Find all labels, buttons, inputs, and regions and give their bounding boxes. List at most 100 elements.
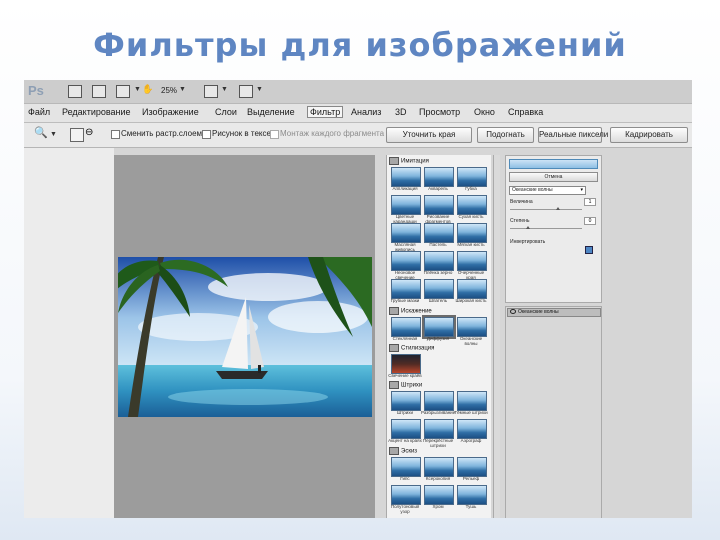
screen-mode-icon[interactable] <box>239 85 253 98</box>
param-label: Инвертировать <box>510 239 546 245</box>
category-label: Имитация <box>401 158 429 165</box>
arrange-docs-icon[interactable] <box>204 85 218 98</box>
filter-thumb[interactable] <box>457 419 487 439</box>
param-value[interactable]: 0 <box>584 217 596 225</box>
filter-thumb[interactable] <box>457 317 487 337</box>
category-sketch[interactable]: Эскиз <box>389 447 417 457</box>
param-slider[interactable] <box>510 228 582 229</box>
filter-thumb-selected[interactable] <box>422 315 456 339</box>
invert-checkbox[interactable] <box>585 246 593 254</box>
filter-label: Шпатель <box>428 298 448 303</box>
chevron-down-icon[interactable]: ▼ <box>256 86 263 93</box>
filter-thumb[interactable] <box>457 485 487 505</box>
filter-thumb[interactable] <box>457 457 487 477</box>
filter-thumb[interactable] <box>424 223 454 243</box>
filter-thumb[interactable] <box>391 279 421 299</box>
param-label: Величина <box>510 199 533 205</box>
filter-label: Аэрограф <box>460 438 482 443</box>
category-strokes[interactable]: Штрихи <box>389 381 422 391</box>
filter-thumb[interactable] <box>424 419 454 439</box>
filter-thumb[interactable] <box>424 391 454 411</box>
frame-icon[interactable] <box>116 85 130 98</box>
zoom-out-icon[interactable]: ⊖ <box>85 127 97 139</box>
zoom-all-checkbox[interactable] <box>202 130 211 139</box>
menu-select[interactable]: Выделение <box>247 107 295 117</box>
filter-select[interactable]: Океанские волны ▾ <box>509 186 586 195</box>
menu-file[interactable]: Файл <box>28 107 50 117</box>
menu-filter[interactable]: Фильтр <box>307 106 344 118</box>
gallery-scrollbar[interactable] <box>493 155 500 518</box>
filter-thumb[interactable] <box>457 195 487 215</box>
filter-thumb[interactable] <box>424 167 454 187</box>
eye-icon[interactable] <box>510 309 516 315</box>
filter-thumb[interactable] <box>391 195 421 215</box>
filter-thumb[interactable] <box>457 251 487 271</box>
param-slider[interactable] <box>510 209 582 210</box>
filter-thumb[interactable] <box>424 457 454 477</box>
filter-thumb[interactable] <box>391 354 421 374</box>
menu-edit[interactable]: Редактирование <box>62 107 131 117</box>
folder-icon <box>389 307 399 315</box>
ok-button[interactable] <box>509 159 598 169</box>
minibridge-icon[interactable] <box>92 85 106 98</box>
menu-help[interactable]: Справка <box>508 107 543 117</box>
bridge-icon[interactable] <box>68 85 82 98</box>
folder-icon <box>389 344 399 352</box>
fit-screen-button[interactable]: Подогнать <box>477 127 534 143</box>
category-imitation[interactable]: Имитация <box>389 157 429 167</box>
filter-thumb[interactable] <box>457 167 487 187</box>
filter-thumb[interactable] <box>457 223 487 243</box>
param-value[interactable]: 1 <box>584 198 596 206</box>
menu-image[interactable]: Изображение <box>142 107 199 117</box>
zoom-in-icon[interactable] <box>70 128 84 142</box>
filter-thumb[interactable] <box>391 167 421 187</box>
menu-layers[interactable]: Слои <box>215 107 237 117</box>
filter-thumb[interactable] <box>391 251 421 271</box>
filter-thumb[interactable] <box>457 391 487 411</box>
refine-edge-button[interactable]: Уточнить края <box>386 127 472 143</box>
filter-thumb[interactable] <box>457 279 487 299</box>
effect-layer-row[interactable]: Океанские волны <box>507 308 601 317</box>
chevron-down-icon[interactable]: ▼ <box>221 86 228 93</box>
scrubby-zoom-checkbox[interactable] <box>270 130 279 139</box>
menu-window[interactable]: Окно <box>474 107 495 117</box>
folder-icon <box>389 157 399 165</box>
actual-pixels-button[interactable]: Реальные пиксели <box>538 127 608 143</box>
cancel-button[interactable]: Отмена <box>509 172 598 182</box>
filter-thumb[interactable] <box>424 195 454 215</box>
filter-label: Акварель <box>428 186 448 191</box>
folder-icon <box>389 381 399 389</box>
zoom-tool-icon[interactable]: 🔍 <box>34 126 48 139</box>
filter-thumb[interactable] <box>391 419 421 439</box>
slider-handle[interactable] <box>556 207 560 210</box>
filter-thumb[interactable] <box>391 317 421 337</box>
zoom-all-label: Рисунок в тексе <box>212 129 271 138</box>
chevron-down-icon[interactable]: ▼ <box>134 86 141 93</box>
filter-thumb[interactable] <box>391 223 421 243</box>
filter-label: Тёмные штрихи <box>454 410 488 415</box>
chevron-down-icon[interactable]: ▼ <box>179 86 186 93</box>
filter-thumb[interactable] <box>424 485 454 505</box>
filter-thumb[interactable] <box>391 391 421 411</box>
resize-windows-checkbox[interactable] <box>111 130 120 139</box>
ps-logo: Ps <box>28 83 44 98</box>
menu-analysis[interactable]: Анализ <box>351 107 381 117</box>
crop-button[interactable]: Кадрировать <box>610 127 688 143</box>
menu-view[interactable]: Просмотр <box>419 107 460 117</box>
menu-3d[interactable]: 3D <box>395 107 407 117</box>
effect-layer-label: Океанские волны <box>518 309 559 315</box>
filter-label: Диффузия <box>426 336 450 341</box>
hand-icon[interactable]: ✋ <box>142 84 154 95</box>
filter-thumb[interactable] <box>424 279 454 299</box>
filter-thumb[interactable] <box>391 485 421 505</box>
category-distort[interactable]: Искажение <box>389 307 432 317</box>
category-stylize[interactable]: Стилизация <box>389 344 434 354</box>
chevron-down-icon[interactable]: ▼ <box>50 131 57 138</box>
filter-thumb[interactable] <box>424 251 454 271</box>
document-canvas[interactable] <box>114 155 375 518</box>
filter-thumb[interactable] <box>391 457 421 477</box>
zoom-level[interactable]: 25% <box>161 86 177 95</box>
slider-handle[interactable] <box>526 226 530 229</box>
filter-label: Ксерокопия <box>425 476 451 481</box>
filter-gallery[interactable]: Имитация Аппликация Акварель Губка Цветн… <box>386 155 491 518</box>
